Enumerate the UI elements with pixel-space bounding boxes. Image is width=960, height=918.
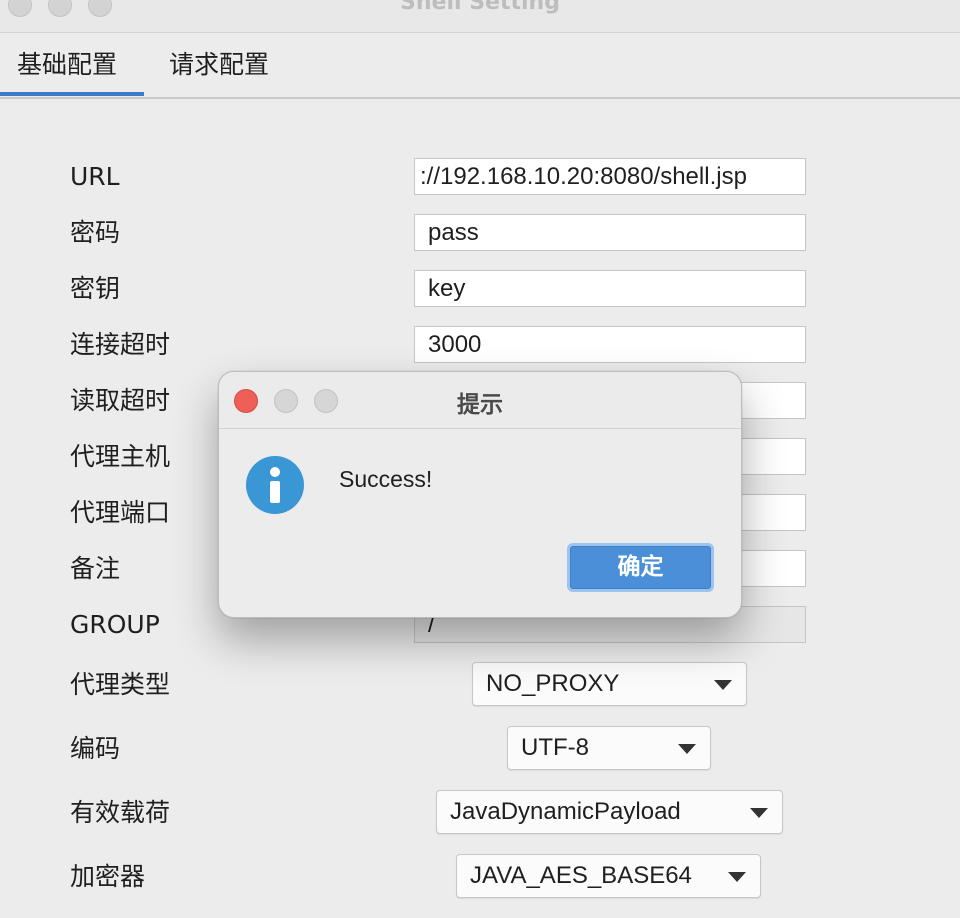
encoding-label: 编码 xyxy=(70,734,121,763)
connect-timeout-input[interactable]: 3000 xyxy=(414,326,806,363)
payload-select[interactable]: JavaDynamicPayload xyxy=(436,790,783,834)
read-timeout-label: 读取超时 xyxy=(70,386,171,415)
key-input[interactable]: key xyxy=(414,270,806,307)
chevron-down-icon xyxy=(678,744,696,754)
group-label: GROUP xyxy=(70,610,160,639)
info-dialog: 提示 Success! 确定 xyxy=(218,371,742,618)
dialog-title: 提示 xyxy=(457,392,503,418)
cryption-label: 加密器 xyxy=(70,862,146,891)
connect-timeout-label: 连接超时 xyxy=(70,330,171,359)
encoding-value: UTF-8 xyxy=(521,734,589,761)
proxy-type-label: 代理类型 xyxy=(70,670,171,699)
ok-button[interactable]: 确定 xyxy=(567,543,714,592)
tab-basic-config[interactable]: 基础配置 xyxy=(17,45,117,81)
url-input[interactable]: ://192.168.10.20:8080/shell.jsp xyxy=(414,158,806,195)
dialog-titlebar: 提示 xyxy=(219,372,741,429)
url-label: URL xyxy=(70,162,120,191)
shell-setting-window: Shell Setting 基础配置 请求配置 URL 密码 密钥 连接超时 读… xyxy=(0,0,960,918)
chevron-down-icon xyxy=(714,680,732,690)
proxy-type-select[interactable]: NO_PROXY xyxy=(472,662,747,706)
window-titlebar: Shell Setting xyxy=(0,0,960,33)
password-input[interactable]: pass xyxy=(414,214,806,251)
chevron-down-icon xyxy=(728,872,746,882)
window-title: Shell Setting xyxy=(400,0,560,15)
proxy-type-value: NO_PROXY xyxy=(486,670,620,697)
chevron-down-icon xyxy=(750,808,768,818)
encoding-select[interactable]: UTF-8 xyxy=(507,726,711,770)
proxy-port-label: 代理端口 xyxy=(70,498,171,527)
cryption-value: JAVA_AES_BASE64 xyxy=(470,862,692,889)
cryption-select[interactable]: JAVA_AES_BASE64 xyxy=(456,854,761,898)
remark-label: 备注 xyxy=(70,554,121,583)
password-label: 密码 xyxy=(70,218,121,247)
dialog-message: Success! xyxy=(339,466,433,492)
tab-bar: 基础配置 请求配置 xyxy=(0,33,960,99)
proxy-host-label: 代理主机 xyxy=(70,442,171,471)
tab-request-config[interactable]: 请求配置 xyxy=(169,45,269,81)
key-label: 密钥 xyxy=(70,274,121,303)
info-icon xyxy=(246,456,304,514)
payload-value: JavaDynamicPayload xyxy=(450,798,681,825)
payload-label: 有效载荷 xyxy=(70,798,171,827)
active-tab-indicator xyxy=(0,92,144,96)
